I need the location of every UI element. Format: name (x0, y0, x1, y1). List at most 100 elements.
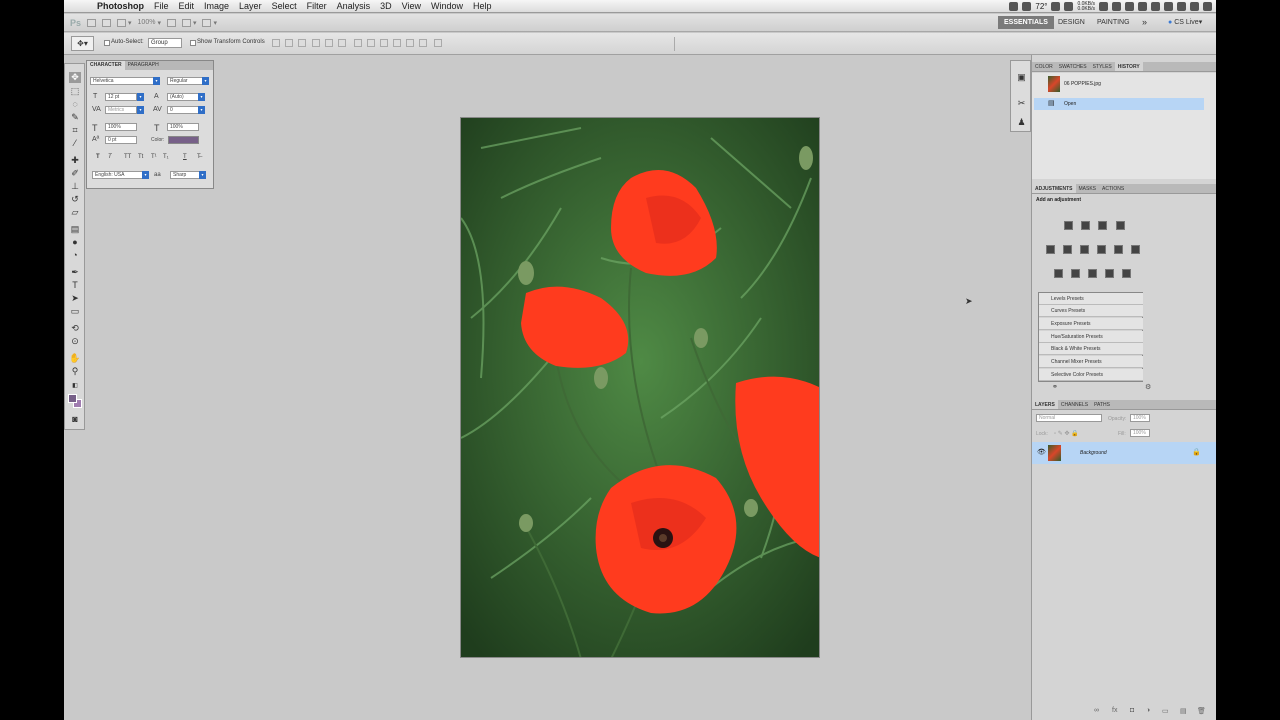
language-field[interactable]: English: USA (92, 171, 144, 179)
tab-adjustments[interactable]: ADJUSTMENTS (1032, 184, 1076, 193)
record-icon[interactable] (1064, 2, 1074, 11)
cs-live-button[interactable]: ● CS Live▾ (1162, 16, 1208, 29)
anti-alias-field[interactable]: Sharp (170, 171, 200, 179)
menu-filter[interactable]: Filter (302, 1, 332, 11)
lasso-tool-icon[interactable]: ◌ (69, 99, 81, 110)
hand-tool-button[interactable] (166, 18, 176, 27)
layer-link-icon[interactable]: ∞ (1094, 707, 1099, 714)
font-size-dropdown[interactable]: ▾ (137, 93, 144, 101)
3d-rotate-tool-icon[interactable]: ⟲ (69, 323, 81, 334)
faux-bold-button[interactable]: T (96, 154, 100, 160)
view-extras-button[interactable]: ▾ (117, 18, 132, 27)
gradient-tool-icon[interactable]: ▤ (69, 224, 81, 235)
workspace-essentials-button[interactable]: ESSENTIALS (998, 16, 1054, 29)
tab-layers[interactable]: LAYERS (1032, 400, 1058, 409)
language-dropdown[interactable]: ▾ (142, 171, 149, 179)
subscript-button[interactable]: T₁ (163, 154, 169, 160)
crop-tool-icon[interactable]: ⌗ (69, 125, 81, 136)
curves-icon[interactable] (1098, 221, 1107, 230)
menu-help[interactable]: Help (468, 1, 497, 11)
preset-channel-mixer[interactable]: Channel Mixer Presets (1039, 356, 1143, 368)
horizontal-scale-field[interactable]: 100% (167, 123, 199, 131)
distribute-bottom-icon[interactable] (380, 39, 388, 47)
launch-mini-bridge-button[interactable] (102, 18, 112, 27)
user-icon[interactable] (1190, 2, 1199, 11)
healing-brush-tool-icon[interactable]: ✚ (69, 155, 81, 166)
auto-select-dropdown[interactable]: Group (148, 38, 182, 48)
text-color-swatch[interactable] (168, 136, 199, 144)
color-balance-icon[interactable] (1080, 245, 1089, 254)
opacity-field[interactable]: 100% (1130, 414, 1150, 422)
eraser-tool-icon[interactable]: ▱ (69, 207, 81, 218)
superscript-button[interactable]: T¹ (151, 154, 157, 160)
threshold-icon[interactable] (1088, 269, 1097, 278)
kerning-dropdown[interactable]: ▾ (137, 106, 144, 114)
eyedropper-tool-icon[interactable]: ⁄ (69, 138, 81, 149)
baseline-shift-field[interactable]: 0 pt (105, 136, 137, 144)
tab-styles[interactable]: STYLES (1090, 62, 1115, 71)
new-group-icon[interactable]: ▭ (1162, 707, 1169, 715)
quick-mask-icon[interactable]: ◙ (69, 414, 81, 425)
clip-to-layer-icon[interactable]: ⚭ (1052, 383, 1058, 391)
tab-swatches[interactable]: SWATCHES (1056, 62, 1090, 71)
sync-icon[interactable] (1164, 2, 1173, 11)
tracking-dropdown[interactable]: ▾ (198, 106, 205, 114)
wifi-icon[interactable] (1151, 2, 1160, 11)
layer-row-background[interactable]: 👁 Background 🔒 (1032, 442, 1216, 464)
tab-history[interactable]: HISTORY (1114, 62, 1143, 71)
underline-button[interactable]: T (183, 154, 187, 160)
font-family-field[interactable]: Helvetica (90, 77, 154, 85)
selective-color-icon[interactable] (1122, 269, 1131, 278)
leading-field[interactable]: (Auto) (167, 93, 199, 101)
distribute-top-icon[interactable] (354, 39, 362, 47)
channel-mixer-icon[interactable] (1131, 245, 1140, 254)
history-brush-tool-icon[interactable]: ↺ (69, 194, 81, 205)
preset-selective-color[interactable]: Selective Color Presets (1039, 369, 1143, 381)
photo-filter-icon[interactable] (1114, 245, 1123, 254)
menu-file[interactable]: File (149, 1, 174, 11)
workspace-painting-button[interactable]: PAINTING (1091, 16, 1136, 29)
font-family-dropdown[interactable]: ▾ (153, 77, 160, 85)
blend-mode-field[interactable]: Normal (1036, 414, 1102, 422)
launch-bridge-button[interactable] (87, 18, 97, 27)
hue-saturation-icon[interactable] (1063, 245, 1072, 254)
display-icon[interactable] (1138, 2, 1147, 11)
all-caps-button[interactable]: TT (124, 154, 131, 160)
distribute-vcenter-icon[interactable] (367, 39, 375, 47)
tracking-field[interactable]: 0 (167, 106, 199, 114)
align-vcenter-icon[interactable] (285, 39, 293, 47)
menu-layer[interactable]: Layer (234, 1, 267, 11)
preset-black-white[interactable]: Black & White Presets (1039, 343, 1143, 355)
layer-mask-icon[interactable]: ◘ (1130, 707, 1134, 714)
black-white-icon[interactable] (1097, 245, 1106, 254)
preset-levels[interactable]: Levels Presets (1039, 293, 1143, 305)
tab-character[interactable]: CHARACTER (87, 61, 125, 70)
type-tool-icon[interactable]: T (69, 280, 81, 291)
tool-preset-picker[interactable]: ✥▾ (71, 36, 94, 51)
layer-comps-icon[interactable]: ♟ (1016, 117, 1027, 128)
cloud-icon[interactable] (1022, 2, 1032, 11)
preset-exposure[interactable]: Exposure Presets (1039, 318, 1143, 330)
tab-paths[interactable]: PATHS (1091, 400, 1113, 409)
arrange-documents-button[interactable]: ▾ (181, 18, 196, 27)
zoom-level-dropdown[interactable]: 100% ▾ (138, 19, 161, 27)
new-layer-icon[interactable]: ▤ (1180, 707, 1187, 715)
navigator-panel-icon[interactable]: ▣ (1016, 72, 1027, 83)
clone-stamp-tool-icon[interactable]: ⊥ (69, 181, 81, 192)
levels-icon[interactable] (1081, 221, 1090, 230)
blur-tool-icon[interactable]: ● (69, 237, 81, 248)
anti-alias-dropdown[interactable]: ▾ (199, 171, 206, 179)
marquee-tool-icon[interactable]: ⬚ (69, 86, 81, 97)
show-transform-checkbox[interactable] (190, 40, 196, 46)
gear-icon[interactable] (1051, 2, 1061, 11)
menu-window[interactable]: Window (426, 1, 468, 11)
screen-icon[interactable] (1009, 2, 1019, 11)
menu-select[interactable]: Select (267, 1, 302, 11)
tab-channels[interactable]: CHANNELS (1058, 400, 1091, 409)
tab-actions[interactable]: ACTIONS (1099, 184, 1127, 193)
faux-italic-button[interactable]: T (108, 154, 112, 160)
auto-select-checkbox[interactable] (104, 40, 110, 46)
hand-tool-icon[interactable]: ✋ (69, 353, 81, 364)
tab-masks[interactable]: MASKS (1076, 184, 1100, 193)
adjustments-options-icon[interactable]: ⚙ (1145, 383, 1151, 391)
